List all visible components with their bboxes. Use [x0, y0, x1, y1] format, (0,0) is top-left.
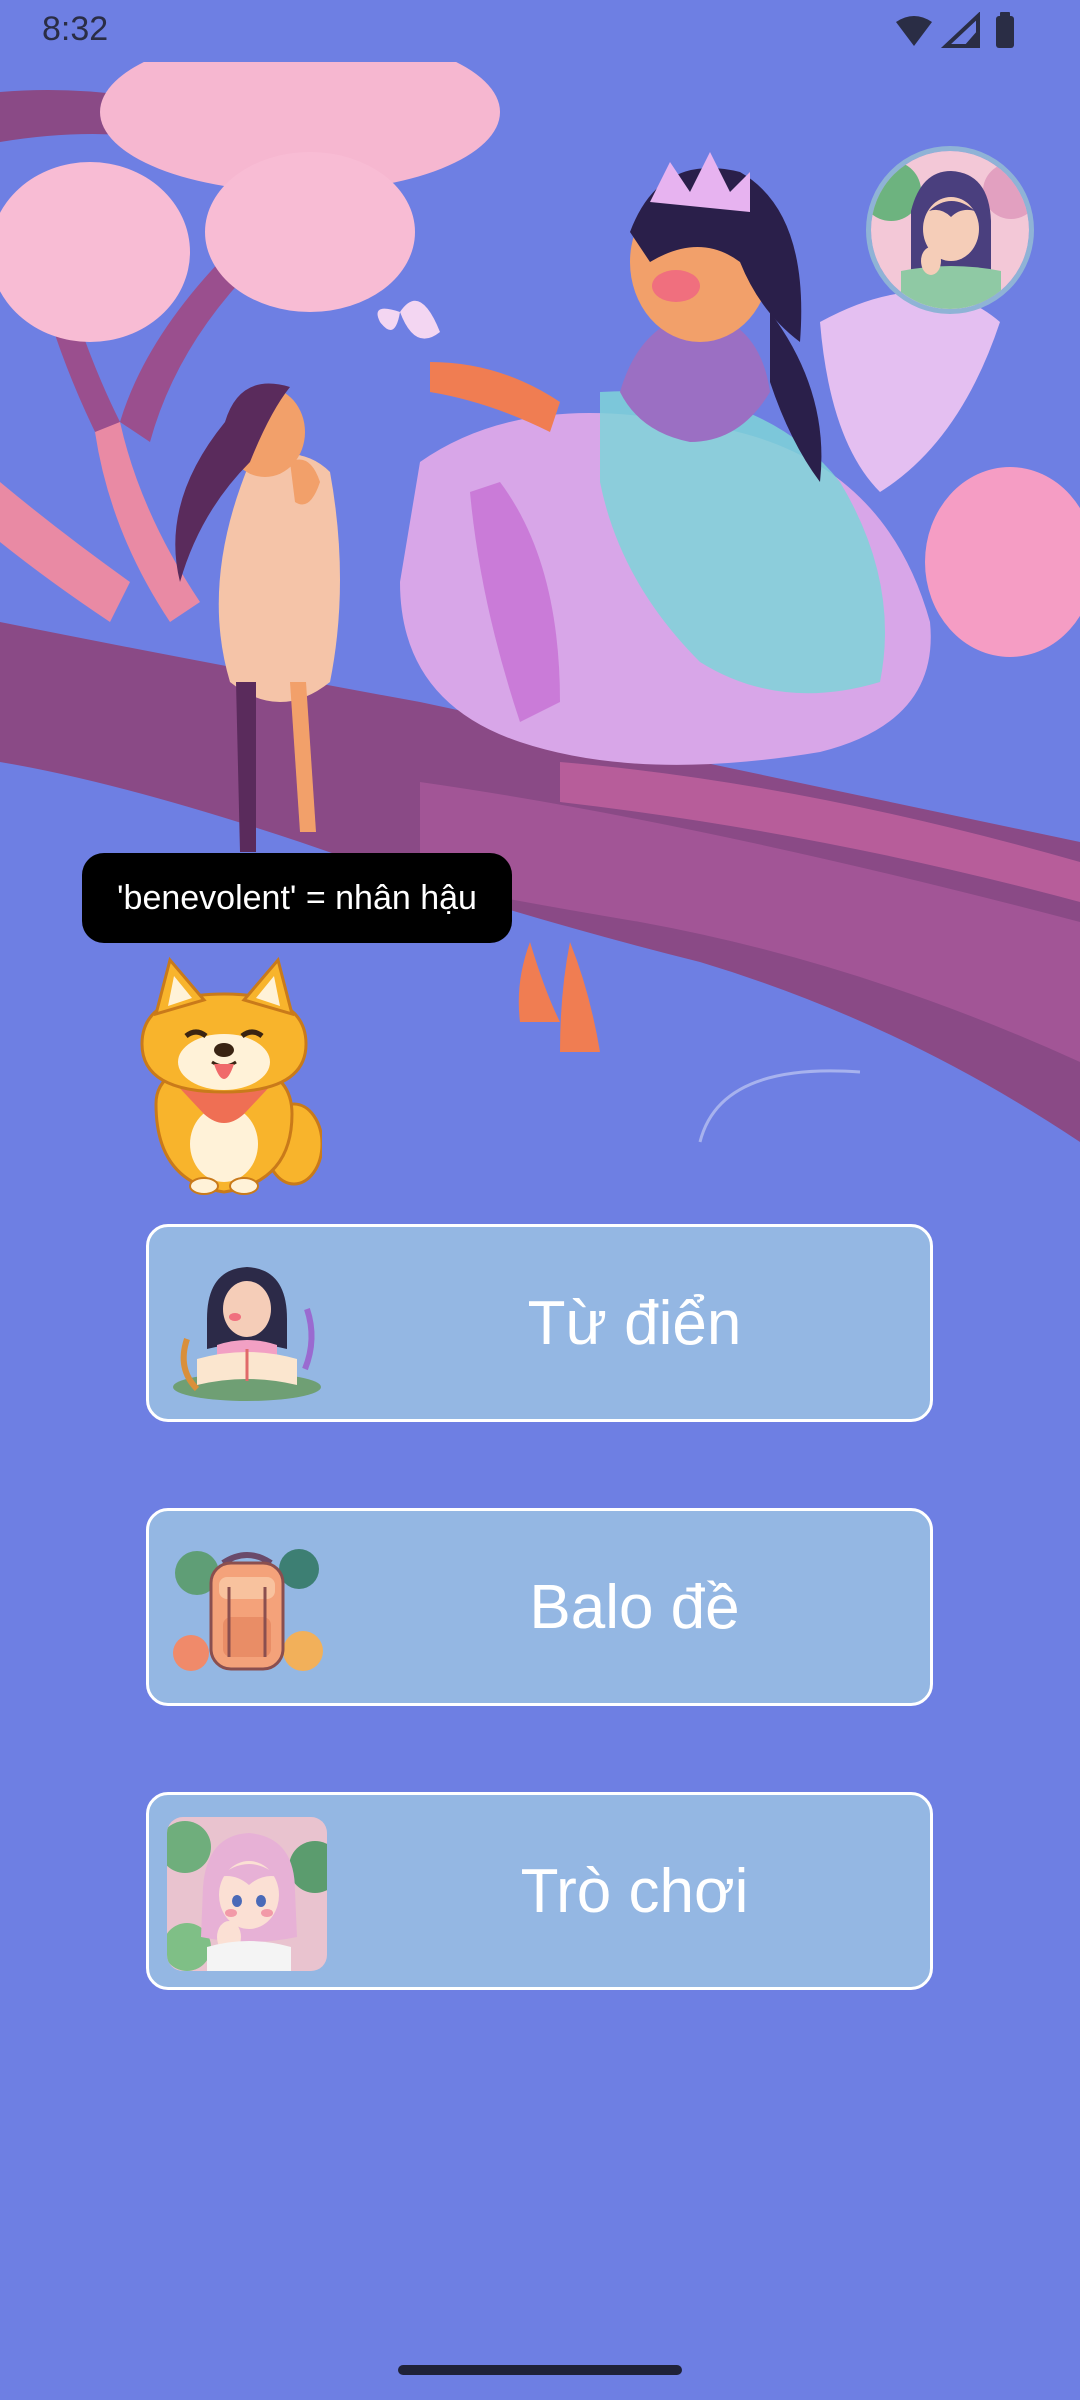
status-bar: 8:32: [0, 0, 1080, 62]
battery-icon: [996, 12, 1014, 48]
avatar[interactable]: [866, 146, 1034, 314]
signal-icon: [940, 11, 980, 48]
dictionary-button[interactable]: Từ điển: [146, 1224, 933, 1422]
home-indicator[interactable]: [398, 2365, 682, 2375]
dictionary-label: Từ điển: [527, 1288, 742, 1358]
status-icons: [894, 11, 1044, 52]
backpack-button[interactable]: Balo đề: [146, 1508, 933, 1706]
girl-portrait-icon: [167, 1817, 327, 1971]
girl-reading-book-icon: [167, 1249, 327, 1403]
backpack-label: Balo đề: [529, 1572, 740, 1642]
dog-mascot-icon[interactable]: [126, 954, 324, 1198]
word-tooltip: 'benevolent' = nhân hậu: [82, 853, 512, 943]
game-label: Trò chơi: [520, 1856, 749, 1926]
game-button[interactable]: Trò chơi: [146, 1792, 933, 1990]
backpack-icon: [167, 1533, 327, 1687]
wifi-icon: [896, 16, 932, 46]
status-time: 8:32: [42, 10, 109, 48]
